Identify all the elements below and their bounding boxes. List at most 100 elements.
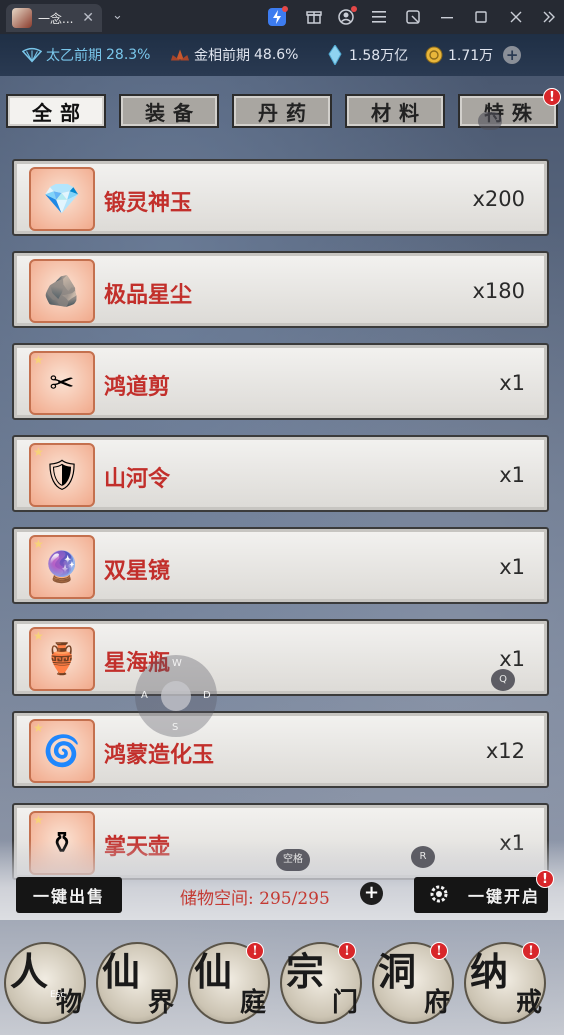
coin-amount: 1.71万 bbox=[448, 48, 494, 64]
close-icon[interactable] bbox=[507, 8, 525, 26]
inventory-row[interactable]: ★ ✂ 鸿道剪 x1 bbox=[12, 343, 549, 420]
rarity-star-icon: ★ bbox=[33, 353, 44, 367]
expand-storage-button[interactable]: + bbox=[360, 882, 383, 905]
stardust-icon: 🪨 bbox=[29, 259, 95, 323]
nav-char-2: 门 bbox=[331, 988, 358, 1018]
gift-icon[interactable] bbox=[305, 8, 323, 26]
nav-char-1: 人 bbox=[10, 949, 49, 994]
realm-percent: 48.6% bbox=[254, 47, 299, 63]
storage-caption: 储物空间: bbox=[180, 889, 254, 909]
tab-pills[interactable]: 丹药 bbox=[232, 94, 332, 128]
add-coin-button[interactable]: + bbox=[503, 46, 522, 64]
inventory-row[interactable]: ★ 🌀 鸿蒙造化玉 x12 bbox=[12, 711, 549, 788]
item-quantity: x1 bbox=[499, 371, 525, 395]
lotus-icon bbox=[170, 45, 190, 65]
nav-badge: ! bbox=[522, 942, 540, 960]
realm-name: 太乙前期 bbox=[46, 48, 102, 64]
key-s: S bbox=[172, 722, 179, 733]
sell-all-button[interactable]: 一键出售 bbox=[16, 877, 122, 913]
screenshot-icon[interactable] bbox=[404, 8, 422, 26]
key-hint-r: R bbox=[411, 846, 435, 868]
item-name: 山河令 bbox=[104, 466, 171, 492]
key-a: A bbox=[141, 690, 148, 701]
crystal-currency: 1.58万亿 bbox=[325, 45, 408, 65]
inventory-row[interactable]: ★ 🛡 山河令 x1 bbox=[12, 435, 549, 512]
game-favicon-icon bbox=[12, 8, 32, 28]
rarity-star-icon: ★ bbox=[33, 721, 44, 735]
nav-char-1: 洞 bbox=[378, 949, 417, 994]
rarity-star-icon: ★ bbox=[33, 813, 44, 827]
open-all-badge: ! bbox=[536, 870, 554, 888]
item-name: 鸿道剪 bbox=[104, 374, 171, 400]
nav-char-1: 纳 bbox=[470, 949, 509, 994]
item-quantity: x200 bbox=[472, 187, 525, 211]
key-hint-space: 空格 bbox=[276, 849, 310, 871]
nav-char-1: 仙 bbox=[102, 949, 141, 994]
title-bar: 一念... ✕ ⌄ bbox=[0, 0, 564, 34]
inventory-row[interactable]: 💎 锻灵神玉 x200 bbox=[12, 159, 549, 236]
nav-char-2: 府 bbox=[423, 988, 450, 1018]
nav-char-1: 宗 bbox=[286, 949, 325, 994]
tab-equipment[interactable]: 装备 bbox=[119, 94, 219, 128]
nav-storage-ring[interactable]: 纳 戒 ! bbox=[464, 942, 546, 1024]
user-icon[interactable] bbox=[337, 6, 357, 26]
inventory-row[interactable]: ★ 🔮 双星镜 x1 bbox=[12, 527, 549, 604]
item-quantity: x1 bbox=[499, 463, 525, 487]
joystick-knob[interactable] bbox=[161, 681, 191, 711]
gem-icon: 💎 bbox=[29, 167, 95, 231]
nav-cave-mansion[interactable]: 洞 府 ! bbox=[372, 942, 454, 1024]
nav-immortal-court[interactable]: 仙 庭 ! bbox=[188, 942, 270, 1024]
special-tab-badge: ! bbox=[543, 88, 561, 106]
rarity-star-icon: ★ bbox=[33, 445, 44, 459]
nav-immortal-realm[interactable]: 仙 界 bbox=[96, 942, 178, 1024]
tab-list-chevron-icon[interactable]: ⌄ bbox=[112, 8, 123, 23]
open-all-button[interactable]: 一键开启 bbox=[414, 877, 548, 913]
inventory-row[interactable]: 🪨 极品星尘 x180 bbox=[12, 251, 549, 328]
nav-char-2: 界 bbox=[147, 988, 174, 1018]
expand-icon[interactable] bbox=[540, 8, 558, 26]
item-quantity: x180 bbox=[472, 279, 525, 303]
open-all-label: 一键开启 bbox=[467, 887, 540, 906]
nav-char-2: 庭 bbox=[239, 988, 266, 1018]
key-hint-esc: Esc bbox=[50, 990, 66, 1000]
crystal-icon bbox=[325, 45, 345, 65]
item-name: 锻灵神玉 bbox=[104, 190, 193, 216]
nav-char-2: 戒 bbox=[515, 988, 542, 1018]
rarity-star-icon: ★ bbox=[33, 537, 44, 551]
gear-icon bbox=[428, 883, 450, 909]
item-name: 鸿蒙造化玉 bbox=[104, 742, 215, 768]
crystal-amount: 1.58万亿 bbox=[349, 48, 409, 64]
minimize-icon[interactable] bbox=[438, 8, 456, 26]
tab-all[interactable]: 全部 bbox=[6, 94, 106, 128]
scissors-icon: ★ ✂ bbox=[29, 351, 95, 415]
token-icon: ★ 🛡 bbox=[29, 443, 95, 507]
realm-progress-1: 太乙前期 28.3% bbox=[22, 45, 150, 65]
storage-label: 储物空间: 295/295 bbox=[180, 884, 330, 909]
nav-character[interactable]: 人 物 Esc bbox=[4, 942, 86, 1024]
fan-icon bbox=[22, 45, 42, 65]
inventory-row[interactable]: ★ 🏺 星海瓶 x1 bbox=[12, 619, 549, 696]
storage-value: 295/295 bbox=[259, 889, 330, 909]
nav-sect[interactable]: 宗 门 ! bbox=[280, 942, 362, 1024]
item-quantity: x1 bbox=[499, 555, 525, 579]
tab-close-icon[interactable]: ✕ bbox=[82, 10, 94, 26]
maximize-icon[interactable] bbox=[472, 8, 490, 26]
key-w: W bbox=[172, 658, 182, 669]
item-name: 双星镜 bbox=[104, 558, 171, 584]
realm-percent: 28.3% bbox=[106, 47, 151, 63]
coin-currency: 1.71万 + bbox=[424, 45, 522, 65]
menu-icon[interactable] bbox=[370, 8, 388, 26]
nav-badge: ! bbox=[338, 942, 356, 960]
bolt-icon[interactable] bbox=[268, 6, 288, 26]
resource-bar: 太乙前期 28.3% 金相前期 48.6% 1.58万亿 1.71万 + bbox=[0, 34, 564, 76]
tab-title: 一念... bbox=[38, 11, 74, 26]
jade-icon: ★ 🌀 bbox=[29, 719, 95, 783]
key-hint-q: Q bbox=[491, 669, 515, 691]
tab-materials[interactable]: 材料 bbox=[345, 94, 445, 128]
virtual-joystick[interactable]: W A S D bbox=[135, 655, 217, 737]
overlay-hint-dot bbox=[478, 112, 502, 130]
nav-char-1: 仙 bbox=[194, 949, 233, 994]
rarity-star-icon: ★ bbox=[33, 629, 44, 643]
browser-tab[interactable]: 一念... ✕ bbox=[6, 4, 102, 32]
coin-icon bbox=[424, 45, 444, 65]
